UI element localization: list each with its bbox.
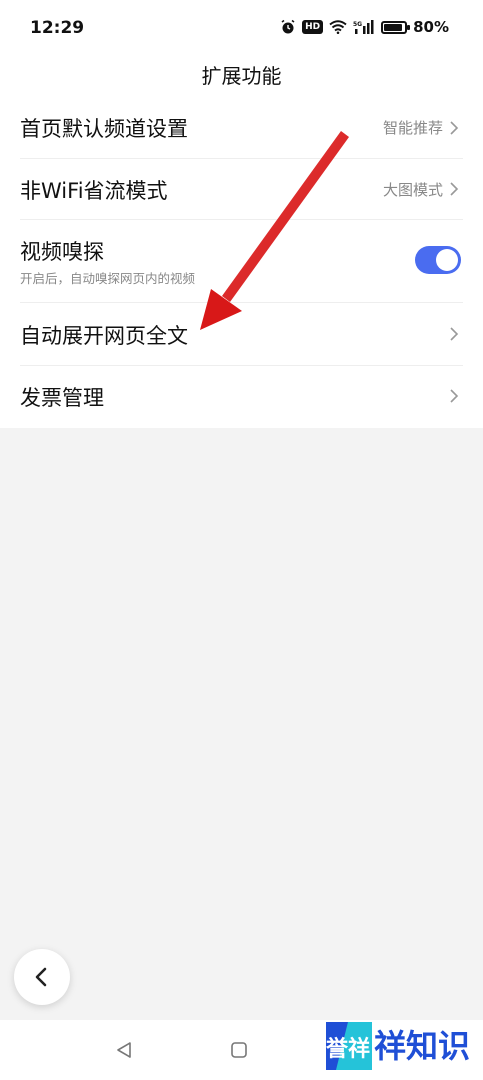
video-sniff-row: 视频嗅探 开启后，自动嗅探网页内的视频 [0, 220, 483, 302]
screen: 12:29 HD 5G 80% 扩展功能 首页默认频道设置 智能推荐 非WiFi… [0, 0, 483, 1080]
wifi-saving-mode-label: 非WiFi省流模式 [20, 179, 168, 203]
nav-home-icon[interactable] [230, 1041, 248, 1059]
floating-back-button[interactable] [14, 949, 70, 1005]
watermark-logo: 誉祥 [326, 1022, 372, 1070]
video-sniff-toggle[interactable] [415, 246, 461, 274]
wifi-saving-mode-value: 大图模式 [382, 181, 443, 199]
toggle-knob [436, 249, 458, 271]
settings-list: 首页默认频道设置 智能推荐 非WiFi省流模式 大图模式 视频嗅探 开启后，自动… [0, 98, 483, 428]
chevron-right-icon [450, 121, 459, 135]
homepage-channel-label: 首页默认频道设置 [20, 117, 188, 141]
invoice-management-label: 发票管理 [20, 386, 104, 410]
watermark: 誉祥 祥知识 [322, 1018, 472, 1074]
chevron-right-icon [450, 389, 459, 403]
battery-icon [381, 20, 411, 34]
nav-back-icon[interactable] [114, 1040, 134, 1060]
auto-expand-fulltext-row[interactable]: 自动展开网页全文 [0, 303, 483, 365]
alarm-icon [281, 19, 295, 34]
wifi-icon [329, 20, 347, 34]
title-bar: 扩展功能 [0, 52, 483, 98]
watermark-text: 祥知识 [374, 1027, 471, 1065]
svg-text:5G: 5G [353, 21, 362, 28]
battery-fill [384, 23, 402, 31]
status-time: 12:29 [30, 18, 85, 38]
video-sniff-description: 开启后，自动嗅探网页内的视频 [20, 271, 196, 286]
video-sniff-label: 视频嗅探 [20, 240, 104, 264]
page-title: 扩展功能 [201, 64, 282, 88]
status-icons: HD 5G 80% [280, 18, 449, 36]
5g-signal-icon: 5G [353, 20, 374, 34]
homepage-channel-value: 智能推荐 [382, 119, 443, 137]
chevron-right-icon [450, 327, 459, 341]
auto-expand-fulltext-label: 自动展开网页全文 [20, 324, 188, 348]
svg-text:誉祥: 誉祥 [326, 1036, 370, 1062]
chevron-right-icon [450, 182, 459, 196]
status-bar: 12:29 HD 5G 80% [0, 0, 483, 52]
battery-percentage: 80% [413, 18, 449, 36]
wifi-saving-mode-row[interactable]: 非WiFi省流模式 大图模式 [0, 159, 483, 219]
homepage-channel-setting-row[interactable]: 首页默认频道设置 智能推荐 [0, 98, 483, 158]
hd-icon: HD [302, 20, 324, 34]
invoice-management-row[interactable]: 发票管理 [0, 366, 483, 428]
chevron-left-icon [35, 967, 47, 987]
